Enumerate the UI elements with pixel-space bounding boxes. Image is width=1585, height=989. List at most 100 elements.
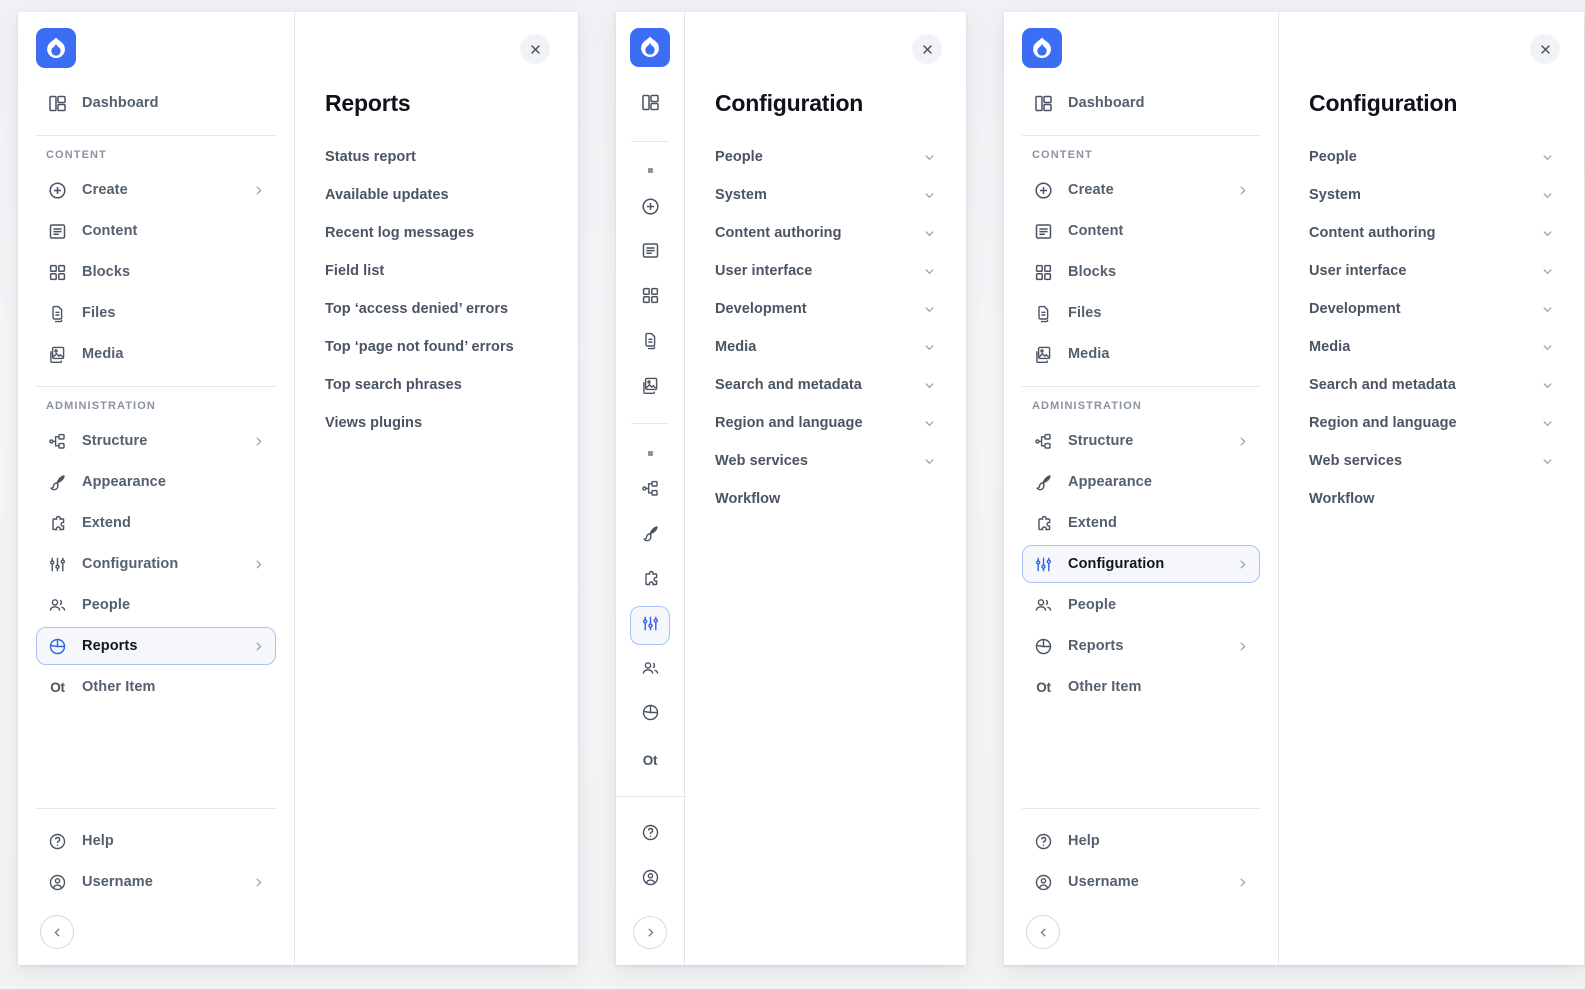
sidebar-item-label: Appearance (1068, 474, 1153, 490)
sidebar-item-other-item[interactable]: Ot Other Item (1022, 668, 1260, 706)
flyout-item-label: Search and metadata (715, 377, 862, 393)
flyout-item-content-authoring[interactable]: Content authoring (715, 217, 936, 249)
flyout-item-top-access-denied-errors[interactable]: Top ‘access denied’ errors (325, 293, 544, 325)
chevron-down-icon (923, 227, 936, 240)
flyout-item-recent-log-messages[interactable]: Recent log messages (325, 217, 544, 249)
flyout-item-development[interactable]: Development (715, 293, 936, 325)
sidebar-item-label: Help (82, 833, 114, 849)
collapse-sidebar-button[interactable] (40, 915, 74, 949)
sidebar-item-help[interactable]: Help (36, 822, 276, 860)
rail-item-people[interactable] (630, 651, 670, 690)
sidebar-item-label: Blocks (82, 264, 131, 280)
collapsed-section-marker-content (647, 168, 653, 174)
flyout-item-people[interactable]: People (715, 141, 936, 173)
sidebar-item-appearance[interactable]: Appearance (36, 463, 276, 501)
sidebar-item-dashboard[interactable]: Dashboard (36, 84, 276, 122)
paintbrush-icon (47, 472, 68, 493)
sidebar-item-other-item[interactable]: Ot Other Item (36, 668, 276, 706)
sidebar-item-configuration[interactable]: Configuration (1022, 545, 1261, 583)
pie-chart-icon (1033, 636, 1054, 657)
sidebar-item-extend[interactable]: Extend (1022, 504, 1260, 542)
sidebar-item-structure[interactable]: Structure (36, 422, 276, 460)
sidebar-item-structure[interactable]: Structure (1022, 422, 1260, 460)
sidebar-item-people[interactable]: People (1022, 586, 1260, 624)
rail-item-structure[interactable] (630, 472, 670, 511)
rail-item-content[interactable] (630, 234, 670, 273)
rail-item-create[interactable] (630, 189, 670, 228)
close-icon[interactable] (1530, 34, 1560, 64)
sidebar-item-people[interactable]: People (36, 586, 276, 624)
flyout-item-top-search-phrases[interactable]: Top search phrases (325, 369, 544, 401)
flyout-item-label: Top search phrases (325, 377, 462, 393)
close-icon[interactable] (912, 34, 942, 64)
chevron-right-icon (1236, 184, 1249, 197)
sidebar-item-content[interactable]: Content (36, 212, 276, 250)
flyout-item-web-services[interactable]: Web services (715, 445, 936, 477)
sidebar-expanded-2: Dashboard CONTENT Create Content Blocks … (1004, 12, 1279, 965)
sidebar-item-appearance[interactable]: Appearance (1022, 463, 1260, 501)
flyout-item-user-interface[interactable]: User interface (1309, 255, 1554, 287)
collapse-sidebar-button[interactable] (1026, 915, 1060, 949)
flyout-item-user-interface[interactable]: User interface (715, 255, 936, 287)
flyout-item-region-and-language[interactable]: Region and language (715, 407, 936, 439)
flyout-item-search-and-metadata[interactable]: Search and metadata (715, 369, 936, 401)
rail-item-appearance[interactable] (630, 517, 670, 556)
sidebar-item-username[interactable]: Username (1022, 863, 1260, 901)
flyout-item-status-report[interactable]: Status report (325, 141, 544, 173)
sidebar-item-help[interactable]: Help (1022, 822, 1260, 860)
drupal-drop-icon[interactable] (36, 28, 76, 68)
flyout-item-workflow[interactable]: Workflow (1309, 483, 1554, 515)
flyout-item-region-and-language[interactable]: Region and language (1309, 407, 1554, 439)
dashboard-icon (47, 93, 68, 114)
close-icon[interactable] (520, 34, 550, 64)
rail-item-dashboard[interactable] (630, 86, 670, 125)
flyout-item-content-authoring[interactable]: Content authoring (1309, 217, 1554, 249)
sidebar-item-dashboard[interactable]: Dashboard (1022, 84, 1260, 122)
rail-item-configuration[interactable] (630, 606, 670, 646)
flyout-item-people[interactable]: People (1309, 141, 1554, 173)
rail-item-files[interactable] (630, 324, 670, 363)
sidebar-item-files[interactable]: Files (1022, 294, 1260, 332)
sidebar-item-media[interactable]: Media (36, 335, 276, 373)
flyout-item-media[interactable]: Media (1309, 331, 1554, 363)
flyout-item-search-and-metadata[interactable]: Search and metadata (1309, 369, 1554, 401)
flyout-item-top-page-not-found-errors[interactable]: Top ‘page not found’ errors (325, 331, 544, 363)
sidebar-item-content[interactable]: Content (1022, 212, 1260, 250)
rail-item-username[interactable] (630, 860, 670, 899)
sidebar-header: Dashboard CONTENT Create Content Blocks … (1022, 12, 1261, 709)
sidebar-item-reports[interactable]: Reports (1022, 627, 1260, 665)
flyout-item-development[interactable]: Development (1309, 293, 1554, 325)
rail-item-blocks[interactable] (630, 279, 670, 318)
rail-item-other-item[interactable]: Ot (630, 741, 670, 780)
flyout-item-web-services[interactable]: Web services (1309, 445, 1554, 477)
chevron-down-icon (923, 303, 936, 316)
flyout-item-field-list[interactable]: Field list (325, 255, 544, 287)
drupal-drop-icon[interactable] (1022, 28, 1062, 68)
sidebar-item-configuration[interactable]: Configuration (36, 545, 276, 583)
flyout-item-media[interactable]: Media (715, 331, 936, 363)
flyout-item-system[interactable]: System (715, 179, 936, 211)
sidebar-item-files[interactable]: Files (36, 294, 276, 332)
sidebar-item-reports[interactable]: Reports (36, 627, 276, 665)
flyout-item-available-updates[interactable]: Available updates (325, 179, 544, 211)
divider (36, 808, 276, 809)
flyout-item-workflow[interactable]: Workflow (715, 483, 936, 515)
sidebar-item-label: Help (1068, 833, 1100, 849)
sidebar-item-username[interactable]: Username (36, 863, 276, 901)
sidebar-item-create[interactable]: Create (1022, 171, 1260, 209)
sidebar-item-create[interactable]: Create (36, 171, 276, 209)
drupal-drop-icon[interactable] (630, 28, 670, 67)
sidebar-item-blocks[interactable]: Blocks (36, 253, 276, 291)
rail-item-reports[interactable] (630, 696, 670, 735)
flyout-item-views-plugins[interactable]: Views plugins (325, 407, 544, 439)
rail-item-media[interactable] (630, 368, 670, 407)
flyout-item-system[interactable]: System (1309, 179, 1554, 211)
rail-item-help[interactable] (630, 815, 670, 854)
sidebar-item-blocks[interactable]: Blocks (1022, 253, 1260, 291)
rail-item-extend[interactable] (630, 562, 670, 601)
puzzle-piece-icon (1033, 513, 1054, 534)
dashboard-icon (1033, 93, 1054, 114)
sidebar-item-extend[interactable]: Extend (36, 504, 276, 542)
expand-sidebar-button[interactable] (633, 916, 667, 949)
sidebar-item-media[interactable]: Media (1022, 335, 1260, 373)
